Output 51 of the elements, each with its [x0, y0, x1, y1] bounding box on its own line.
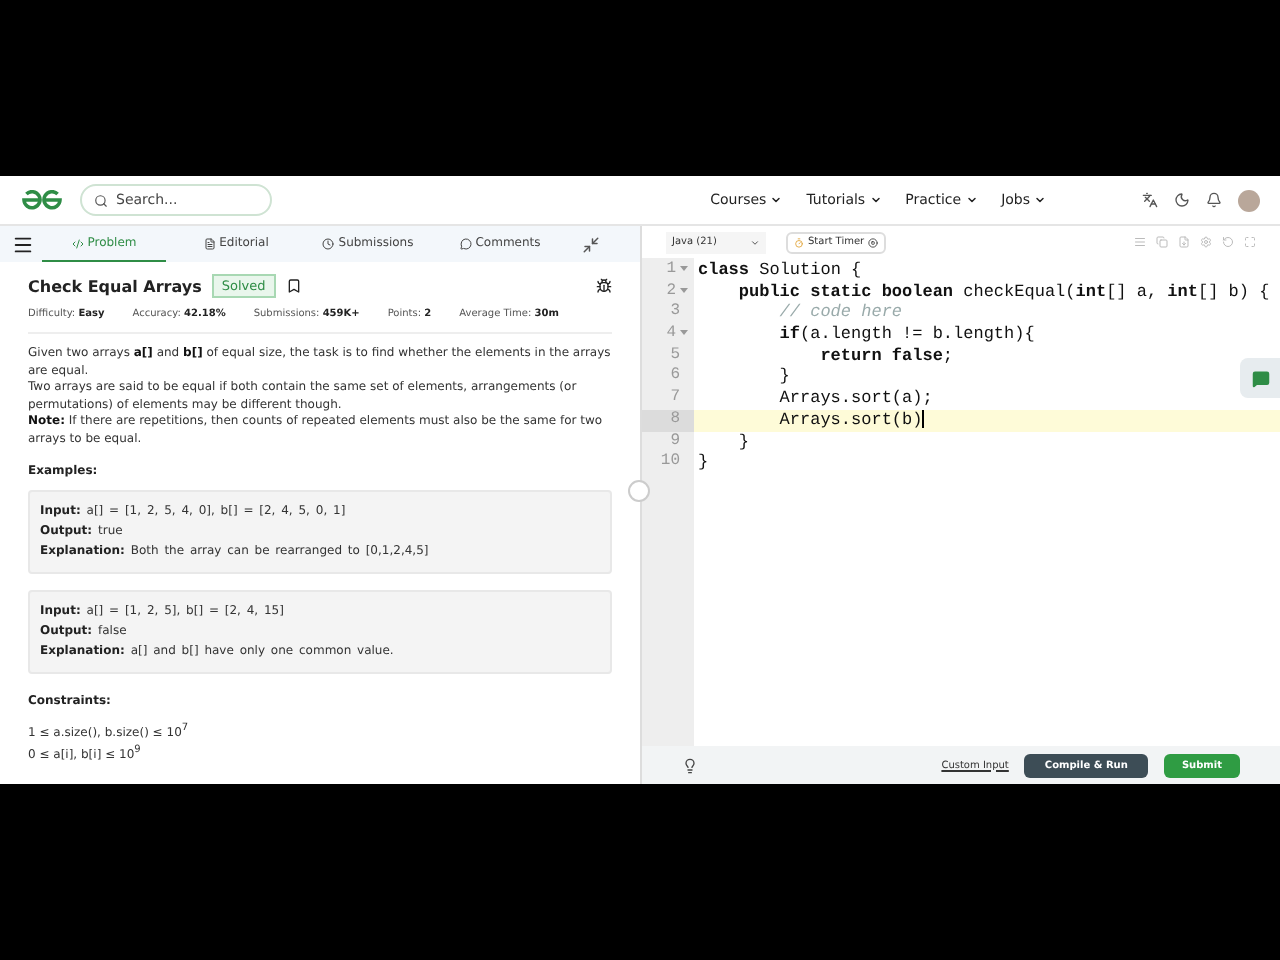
line-number: 8 — [642, 409, 694, 431]
chevron-down-icon — [965, 194, 978, 206]
chevron-down-icon — [869, 194, 882, 206]
line-number: 5 — [668, 345, 682, 367]
line-number: 10 — [658, 452, 682, 474]
line-number: 6 — [668, 366, 682, 389]
moon-icon[interactable] — [1174, 192, 1190, 208]
reset-icon[interactable] — [1222, 236, 1234, 248]
line-number: 2 — [642, 281, 694, 303]
line-number: 9 — [668, 431, 682, 453]
code-line: } — [736, 431, 750, 453]
line-number: 7 — [668, 388, 682, 410]
copy-icon[interactable] — [1156, 236, 1168, 248]
bell-icon[interactable] — [1206, 192, 1222, 208]
line-number: 1 — [642, 260, 694, 282]
code-line: } — [777, 366, 790, 389]
chevron-down-icon — [770, 194, 783, 206]
speech-bubble-icon — [459, 237, 472, 249]
bookmark-icon[interactable] — [285, 278, 302, 294]
line-number: 4 — [642, 324, 694, 346]
settings-icon[interactable] — [1200, 236, 1212, 248]
document-icon — [203, 237, 216, 249]
code-line: return false; — [818, 345, 954, 367]
lightbulb-icon[interactable] — [682, 757, 698, 773]
fold-arrow-icon[interactable] — [680, 263, 688, 272]
code-line: class Solution { — [696, 260, 862, 282]
code-line: if(a.length != b.length){ — [777, 324, 1035, 346]
clock-icon — [322, 237, 335, 249]
file-icon[interactable] — [1178, 236, 1190, 248]
fold-arrow-icon[interactable] — [680, 327, 688, 336]
code-line: public static boolean checkEqual(int[] a, int[] b) { — [736, 281, 1270, 303]
code-line: // code here — [777, 302, 903, 325]
avatar[interactable] — [1238, 189, 1260, 211]
translate-icon[interactable] — [1142, 192, 1158, 208]
chevron-down-icon — [750, 237, 760, 247]
fold-arrow-icon[interactable] — [680, 285, 688, 294]
collapse-icon[interactable] — [582, 235, 600, 253]
chat-icon[interactable] — [1240, 358, 1280, 398]
search-icon — [94, 193, 108, 207]
line-number: 3 — [668, 302, 682, 325]
problem-title: Check Equal Arrays — [28, 277, 202, 295]
code-line: Arrays.sort(a); — [777, 388, 933, 410]
logo-icon[interactable] — [20, 190, 64, 210]
chevron-down-icon — [1034, 194, 1046, 206]
code-icon — [71, 237, 84, 249]
menu-icon[interactable] — [12, 233, 34, 255]
timer-icon — [794, 237, 804, 247]
code-line: } — [696, 452, 709, 474]
splitter-handle[interactable] — [628, 480, 650, 502]
bug-icon[interactable] — [596, 278, 612, 294]
format-icon[interactable] — [1134, 236, 1146, 248]
